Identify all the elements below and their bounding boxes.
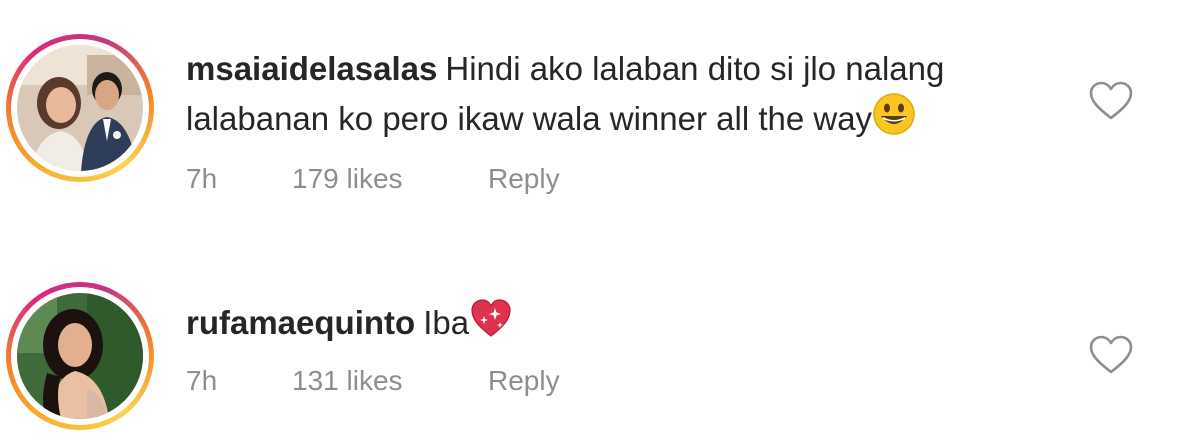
avatar-border xyxy=(11,39,149,177)
reply-button[interactable]: Reply xyxy=(488,162,560,196)
comment-body: rufamaequinto Iba xyxy=(186,296,1056,346)
username-link[interactable]: rufamaequinto xyxy=(186,304,415,341)
username-link[interactable]: msaiaidelasalas xyxy=(186,50,437,87)
heart-outline-icon[interactable] xyxy=(1088,80,1134,122)
heart-outline-icon[interactable] xyxy=(1088,334,1134,376)
reply-button[interactable]: Reply xyxy=(488,364,560,398)
avatar-photo xyxy=(17,45,143,171)
avatar-photo xyxy=(17,293,143,419)
sparkling-heart-emoji-icon xyxy=(471,299,511,337)
comment-body: msaiaidelasalas Hindi ako lalaban dito si… xyxy=(186,46,1056,142)
avatar[interactable] xyxy=(6,282,154,430)
comment-text: Iba xyxy=(423,304,470,341)
timestamp[interactable]: 7h xyxy=(186,364,217,398)
comment-item: msaiaidelasalas Hindi ako lalaban dito si… xyxy=(0,0,1200,220)
likes-count[interactable]: 131 likes xyxy=(292,364,403,398)
avatar[interactable] xyxy=(6,34,154,182)
avatar-border xyxy=(11,287,149,425)
couple-photo-icon xyxy=(17,45,143,171)
grinning-face-emoji-icon xyxy=(873,93,915,135)
timestamp[interactable]: 7h xyxy=(186,162,217,196)
comment-item: rufamaequinto Iba 7h 131 likes Reply xyxy=(0,270,1200,445)
portrait-photo-icon xyxy=(17,293,143,419)
likes-count[interactable]: 179 likes xyxy=(292,162,403,196)
